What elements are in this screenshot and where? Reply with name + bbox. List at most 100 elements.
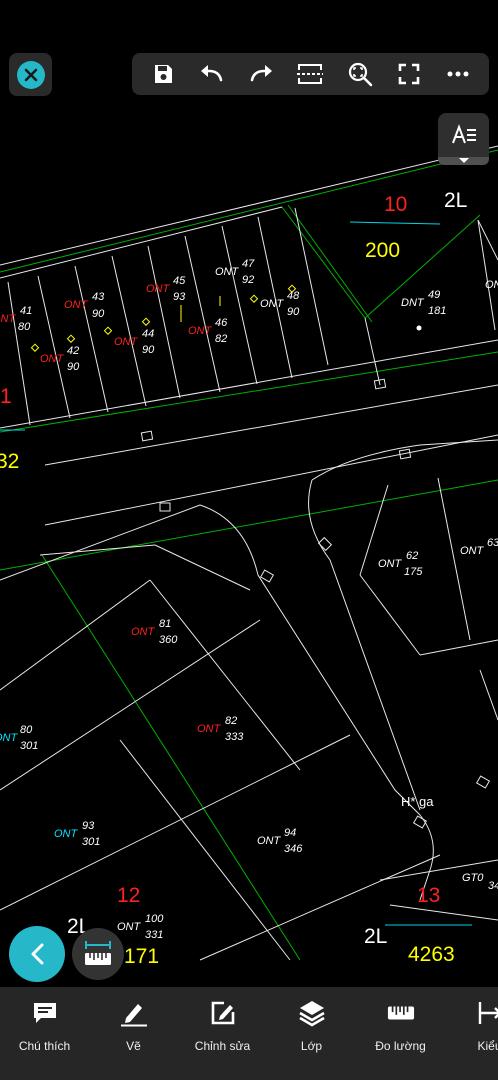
undo-button[interactable] (194, 56, 230, 92)
plot-45-code: ONT (146, 283, 171, 295)
plot-43-code: ONT (64, 299, 89, 311)
parcel-10-area: 200 (365, 239, 400, 262)
tab-edit[interactable]: Chỉnh sửa (178, 987, 267, 1080)
plot-80-den: 301 (20, 740, 38, 752)
chevron-down-icon (458, 158, 469, 163)
plot-93-den: 301 (82, 836, 100, 848)
plot-46-den: 82 (215, 333, 227, 345)
plot-100-code: ONT (117, 921, 142, 933)
close-icon (16, 60, 45, 89)
plot-63-code: ONT (460, 545, 485, 557)
text-panel-button[interactable] (438, 113, 489, 165)
parcel-10-id: 10 (384, 193, 407, 216)
tab-measure-label: Đo lường (375, 1039, 426, 1053)
plot-48-code: ONT (260, 298, 285, 310)
plot-62-code: ONT (378, 558, 403, 570)
plot-63-num: 63 (487, 537, 498, 549)
zoom-button[interactable] (342, 56, 378, 92)
plot-47-code: ONT (215, 266, 240, 278)
tab-measure[interactable]: Đo lường (356, 987, 445, 1080)
plot-62-num: 62 (406, 550, 418, 562)
plot-100-num: 100 (145, 913, 164, 925)
annotation-icon (31, 999, 59, 1027)
plot-43-den: 90 (92, 308, 105, 320)
plot-82-num: 82 (225, 715, 237, 727)
text-align-icon (451, 124, 476, 144)
tab-annotation[interactable]: Chú thích (0, 987, 89, 1080)
tab-layers-label: Lớp (300, 1039, 323, 1053)
tab-annotation-label: Chú thích (18, 1039, 71, 1053)
plot-100-den: 331 (145, 929, 163, 941)
parcel-12-area: 171 (124, 945, 159, 968)
parcel-12-id: 12 (117, 884, 140, 907)
label-on-right: ON (485, 279, 498, 291)
plot-94-num: 94 (284, 827, 296, 839)
save-button[interactable] (145, 56, 181, 92)
measure-ruler-icon (85, 941, 111, 965)
plot-47-den: 92 (242, 274, 254, 286)
plot-gt0-code: GT0 (462, 872, 484, 884)
plot-44-den: 90 (142, 344, 155, 356)
plot-93-num: 93 (82, 820, 95, 832)
bottom-toolbar: Chú thích Vẽ Chỉnh sửa Lớp Đo lường Kiểu (0, 987, 498, 1080)
plot-48-den: 90 (287, 306, 300, 318)
redo-icon (250, 65, 273, 82)
close-button[interactable] (9, 53, 52, 96)
tab-layers[interactable]: Lớp (267, 987, 356, 1080)
plot-44-num: 44 (142, 328, 154, 340)
plot-42-den: 90 (67, 361, 80, 373)
plot-48-num: 48 (287, 290, 300, 302)
fullscreen-button[interactable] (391, 56, 427, 92)
plot-42-num: 42 (67, 345, 79, 357)
plot-41-den: 80 (18, 321, 31, 333)
plot-labels: ONT 41 80 ONT 42 90 ONT 43 90 ONT 44 90 … (0, 258, 498, 941)
edit-icon (209, 999, 237, 1027)
zoom-icon (348, 62, 373, 87)
parcel-10-type: 2L (444, 189, 467, 212)
tab-draw-label: Vẽ (126, 1039, 141, 1053)
plot-45-den: 93 (173, 291, 186, 303)
plot-81-den: 360 (159, 634, 178, 646)
plot-49-code: DNT (401, 297, 425, 309)
cyan-lines (0, 221, 472, 926)
plot-82-den: 333 (225, 731, 244, 743)
edge-label-32: 32 (0, 450, 19, 473)
plot-49-num: 49 (428, 289, 440, 301)
pencil-icon (120, 999, 148, 1027)
layers-icon (298, 999, 326, 1027)
plot-81-code: ONT (131, 626, 156, 638)
top-toolbar (132, 53, 489, 95)
plot-46-num: 46 (215, 317, 228, 329)
plot-44-code: ONT (114, 336, 139, 348)
fullscreen-icon (398, 63, 420, 85)
point-marker (416, 325, 422, 331)
plot-45-num: 45 (173, 275, 186, 287)
plot-46-code: ONT (188, 325, 213, 337)
plot-47-num: 47 (242, 258, 255, 270)
back-button[interactable] (9, 926, 65, 982)
plot-80-num: 80 (20, 724, 33, 736)
parcel-13-id: 13 (417, 884, 440, 907)
more-icon (447, 71, 469, 77)
ruler-icon (387, 999, 415, 1027)
panel-handle[interactable] (438, 157, 489, 165)
redo-button[interactable] (243, 56, 279, 92)
more-button[interactable] (440, 56, 476, 92)
style-icon (476, 999, 498, 1027)
plot-82-code: ONT (197, 723, 222, 735)
tab-edit-label: Chỉnh sửa (194, 1039, 251, 1053)
parcel-13-area: 4263 (408, 943, 455, 966)
fit-width-button[interactable] (292, 56, 328, 92)
label-hga: H* ga (401, 794, 434, 809)
chevron-left-icon (31, 943, 44, 965)
plot-93-code: ONT (54, 828, 79, 840)
plot-94-den: 346 (284, 843, 303, 855)
map-canvas[interactable]: 10 2L 200 12 2L 171 13 2L 4263 1 32 H* g… (0, 0, 498, 987)
plot-81-num: 81 (159, 618, 171, 630)
tab-draw[interactable]: Vẽ (89, 987, 178, 1080)
plot-80-code: ONT (0, 732, 19, 744)
plot-42-code: ONT (40, 353, 65, 365)
measure-tool-button[interactable] (72, 928, 124, 980)
plot-41-code: ONT (0, 313, 17, 325)
tab-style[interactable]: Kiểu (445, 987, 498, 1080)
